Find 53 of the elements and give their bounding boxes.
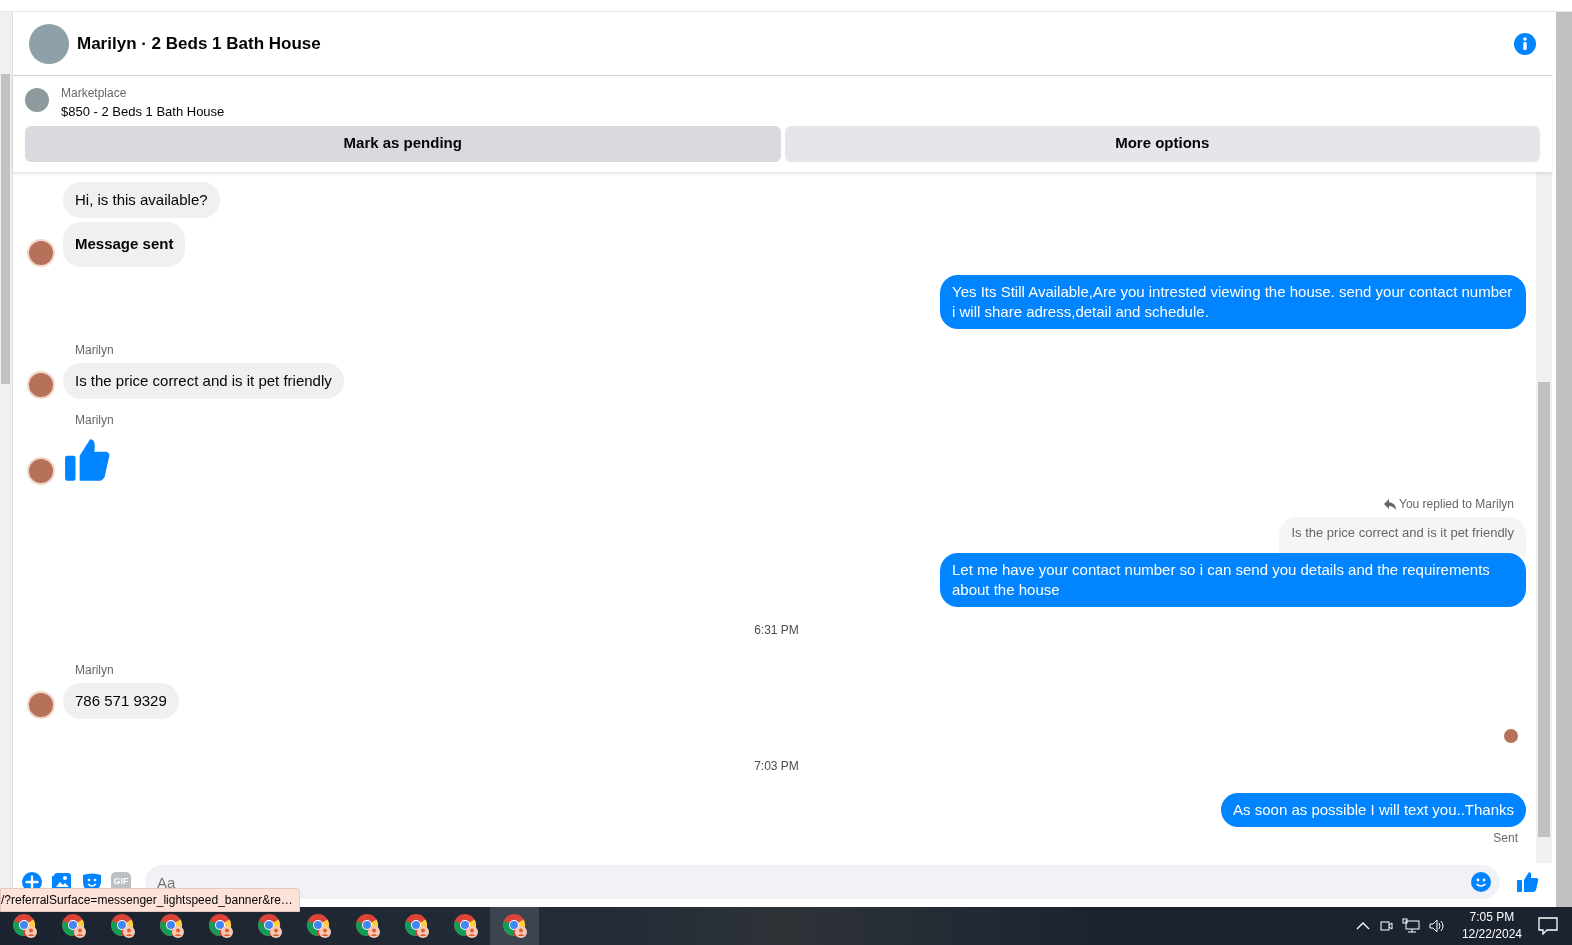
browser-profile-icon	[109, 913, 136, 939]
listing-category: Marketplace	[61, 85, 128, 102]
browser-profile-icon	[354, 913, 381, 939]
listing-title[interactable]: $850 - 2 Beds 1 Bath House	[61, 102, 225, 122]
sender-name: Marilyn	[75, 341, 115, 359]
browser-profile-icon	[501, 913, 528, 939]
browser-profile-icon	[60, 913, 87, 939]
browser-taskbar-button[interactable]	[490, 907, 539, 945]
caret-up-icon[interactable]	[1355, 921, 1370, 931]
browser-profile-icon	[158, 913, 185, 939]
clock-date[interactable]: 12/22/2024	[1461, 926, 1522, 943]
browser-profile-icon	[207, 913, 234, 939]
avatar-placeholder	[27, 238, 55, 267]
speaker-icon[interactable]	[1427, 918, 1446, 934]
message-bubble: Is the price correct and is it pet friendly	[63, 362, 344, 399]
listing-photo-placeholder	[29, 23, 69, 64]
avatar-placeholder	[27, 457, 55, 485]
sender-name: Marilyn	[75, 412, 115, 429]
seen-avatar-placeholder	[1504, 729, 1518, 743]
message-bubble: 786 571 9329	[63, 682, 179, 719]
message-bubble: As soon as possible I will text you..Thanks	[1221, 793, 1526, 827]
reply-note: You replied to Marilyn	[1399, 496, 1514, 513]
message-bubble: Let me have your contact number so i can send you details and the requirements about the house	[940, 552, 1526, 607]
browser-profile-icon	[403, 913, 430, 939]
reply-arrow-icon	[1384, 498, 1397, 510]
notification-icon[interactable]	[1538, 917, 1558, 935]
timestamp: 7:03 PM	[754, 759, 799, 773]
avatar-placeholder	[27, 371, 55, 399]
window-scrollbar[interactable]	[1556, 12, 1572, 907]
camera-icon[interactable]	[1377, 918, 1394, 934]
link-status-tooltip: /?referralSurface=messenger_lightspeed_banner&re…	[0, 888, 300, 912]
listing-thumbnail-placeholder	[25, 88, 49, 112]
browser-profile-icon	[11, 913, 38, 939]
message-bubble: Yes Its Still Available,Are you intrested viewing the house. send your contact number i will share adress,detail and schedule.	[940, 274, 1526, 329]
browser-profile-icon	[305, 913, 332, 939]
browser-profile-icon	[452, 913, 479, 939]
delivery-status: Sent	[1493, 830, 1518, 847]
thumbs-up-icon[interactable]	[1516, 871, 1540, 893]
browser-profile-icon	[256, 913, 283, 939]
network-icon[interactable]	[1401, 918, 1420, 934]
mark-pending-button[interactable]: Mark as pending	[25, 125, 781, 162]
emoji-icon[interactable]	[1470, 871, 1492, 893]
sender-name: Marilyn	[75, 661, 115, 679]
more-options-button[interactable]: More options	[784, 125, 1540, 162]
clock-time[interactable]: 7:05 PM	[1461, 909, 1522, 926]
conversation-title: Marilyn · 2 Beds 1 Bath House	[77, 32, 321, 55]
chat-scrollbar[interactable]	[1536, 171, 1552, 863]
timestamp: 6:31 PM	[754, 622, 799, 637]
quoted-message: Is the price correct and is it pet friendly	[1279, 517, 1526, 557]
message-bubble: Hi, is this available?	[63, 181, 220, 218]
avatar-placeholder	[27, 691, 55, 719]
message-bubble: Message sent	[63, 222, 186, 267]
info-icon[interactable]	[1514, 32, 1536, 55]
